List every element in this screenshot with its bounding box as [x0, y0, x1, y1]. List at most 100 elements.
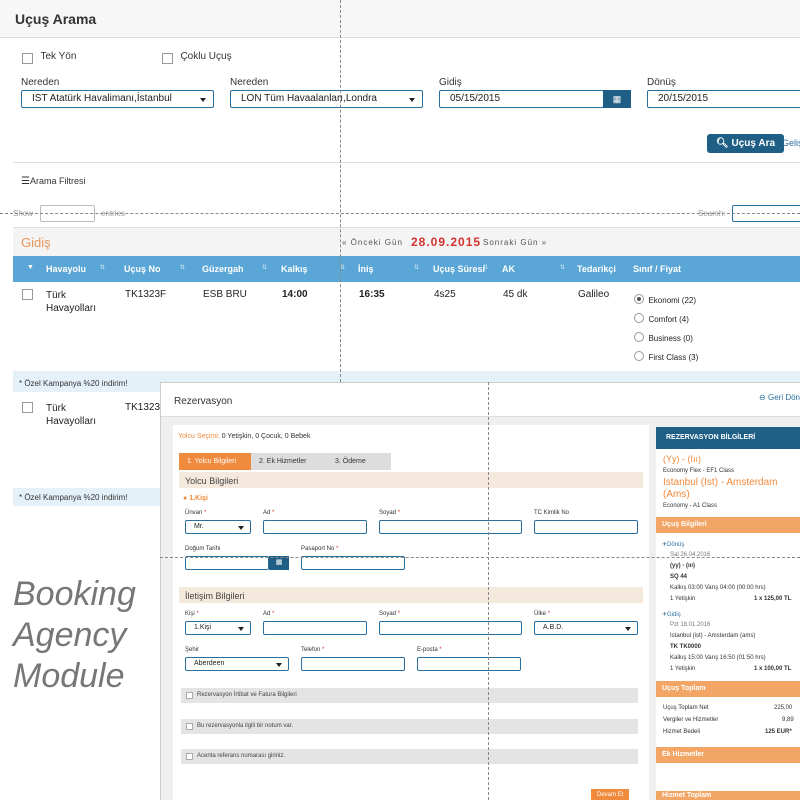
col-header[interactable]: Uçuş No [124, 264, 161, 274]
invoice-option[interactable]: Rezervasyon İrtibat ve Fatura Bilgileri [181, 688, 638, 703]
multi-flight-option[interactable]: Çoklu Uçuş [162, 51, 232, 69]
class-option[interactable]: Ekonomi (22) [634, 290, 696, 308]
tc-label: TC Kimlik No [534, 510, 570, 516]
col-header[interactable]: AK [502, 264, 515, 274]
depart-times: Kalkış 15:00 Varış 16:50 (01:50 hrs) [670, 655, 766, 661]
table-row[interactable]: Türk Havayolları TK1323F ESB BRU 14:00 1… [13, 282, 800, 372]
advanced-link[interactable]: Geliş [782, 138, 800, 148]
sort-icon[interactable]: ⇅ [100, 264, 105, 271]
continue-button[interactable]: Devam Et [591, 789, 630, 800]
email-label-text: E-posta [417, 647, 438, 653]
to-value: LON Tüm Havaalanları,Londra [241, 93, 377, 104]
return-route: (yy) - (ııı) [670, 563, 695, 569]
total-heading: Uçuş Toplam [656, 681, 800, 697]
city-select[interactable]: Aberdeen [185, 657, 289, 671]
country-label-text: Ülke [534, 611, 547, 617]
one-way-checkbox[interactable] [22, 53, 33, 64]
passenger-select-line: Yolcu Seçimi: 0 Yetişkin, 0 Çocuk, 0 Beb… [178, 433, 310, 440]
sort-icon[interactable]: ⇅ [483, 264, 488, 271]
search-icon: 🔍︎ [716, 138, 729, 149]
one-way-option[interactable]: Tek Yön [22, 51, 76, 69]
passport-input[interactable] [301, 556, 405, 570]
booking-text-line: Module [13, 657, 125, 695]
surname-label-text: Soyad [379, 510, 397, 516]
sort-icon[interactable]: ⇅ [560, 264, 565, 271]
multi-flight-checkbox[interactable] [162, 53, 173, 64]
from-select[interactable]: IST Atatürk Havalimanı,İstanbul [21, 90, 214, 108]
tab-extras[interactable]: 2. Ek Hizmetler [251, 453, 327, 470]
guide-line [340, 0, 341, 382]
phone-label: Telefon * [301, 647, 325, 653]
title-label-text: Ünvan [185, 510, 203, 516]
depart-pax: 1 Yetişkin [670, 666, 696, 672]
tab-passenger[interactable]: 1. Yolcu Bilgileri [179, 453, 251, 470]
class-option[interactable]: Comfort (4) [634, 309, 689, 327]
section-title: Gidiş [21, 235, 51, 250]
list-icon: ☰ [21, 176, 30, 187]
note-checkbox[interactable] [186, 723, 193, 730]
reservation-summary: REZERVASYON BİLGİLERİ (Yy) - (Iıı) Econo… [656, 427, 800, 800]
surname-label: Soyad * [379, 510, 401, 516]
name-label-text: Ad [263, 510, 271, 516]
back-link[interactable]: ⊖ Geri Dön [759, 393, 800, 402]
next-day-link[interactable]: Sonraki Gün » [483, 238, 547, 247]
col-header[interactable]: Güzergah [202, 264, 244, 274]
title-select[interactable]: Mr. [185, 520, 251, 534]
filter-toggle[interactable]: ☰Arama Filtresi [21, 176, 85, 187]
col-header[interactable]: İniş [358, 264, 374, 274]
birthdate-input[interactable] [185, 556, 269, 570]
contact-name-input[interactable] [263, 621, 367, 635]
class-radio[interactable] [634, 293, 644, 304]
promo-text: * Özel Kampanya %20 indirim! [19, 379, 128, 388]
from-label: Nereden [21, 77, 60, 88]
to-select[interactable]: LON Tüm Havaalanları,Londra [230, 90, 423, 108]
surname-input[interactable] [379, 520, 522, 534]
invoice-checkbox[interactable] [186, 692, 193, 699]
depart-price: 1 x 100,00 TL [754, 666, 792, 672]
class-option[interactable]: First Class (3) [634, 347, 698, 365]
row-checkbox[interactable] [22, 402, 33, 413]
table-header: ▼ Havayolu Uçuş No Güzergah Kalkış İniş … [13, 256, 800, 282]
airline-name-1: Türk [46, 403, 66, 414]
return-price: 1 x 125,00 TL [754, 596, 792, 602]
return-heading-text: Dönüş [667, 542, 685, 548]
person-label: ● 1.Kişi [183, 495, 208, 502]
sort-caret-icon[interactable]: ▼ [27, 264, 34, 271]
row-checkbox[interactable] [22, 289, 33, 300]
tc-input[interactable] [534, 520, 638, 534]
prev-day-link[interactable]: « Önceki Gün [342, 238, 403, 247]
col-header[interactable]: Kalkış [281, 264, 308, 274]
note-option[interactable]: Bu rezervasyonla ilgili bir notum var. [181, 719, 638, 734]
class-radio[interactable] [634, 331, 644, 342]
class-radio[interactable] [634, 350, 644, 361]
phone-input[interactable] [301, 657, 405, 671]
country-select[interactable]: A.B.D. [534, 621, 638, 635]
col-header[interactable]: Havayolu [46, 264, 86, 274]
contact-person-select[interactable]: 1.Kişi [185, 621, 251, 635]
class-option[interactable]: Business (0) [634, 328, 693, 346]
summary-route: Istanbul (Ist) - Amsterdam (Ams) [663, 477, 778, 500]
class-radio[interactable] [634, 312, 644, 323]
reference-checkbox[interactable] [186, 753, 193, 760]
sort-icon[interactable]: ⇅ [180, 264, 185, 271]
person-text: 1.Kişi [189, 495, 208, 502]
sort-icon[interactable]: ⇅ [262, 264, 267, 271]
table-row[interactable]: Türk Havayolları TK1323 [13, 392, 160, 487]
return-date-input[interactable]: 20/15/2015 [647, 90, 800, 108]
sort-icon[interactable]: ⇅ [414, 264, 419, 271]
calendar-icon[interactable]: ▦ [269, 556, 289, 570]
contact-person-label: Kişi * [185, 611, 199, 617]
contact-surname-input[interactable] [379, 621, 522, 635]
reference-option[interactable]: Acenta referans numarası giriniz. [181, 749, 638, 764]
reservation-window: Rezervasyon ⊖ Geri Dön Yolcu Seçimi: 0 Y… [160, 382, 800, 800]
col-header[interactable]: Uçuş Süresi [433, 264, 485, 274]
passenger-select-label: Yolcu Seçimi: [178, 433, 220, 440]
flight-search-button[interactable]: 🔍︎ Uçuş Ara [707, 134, 785, 153]
tab-payment[interactable]: 3. Ödeme [327, 453, 391, 470]
depart-date-input[interactable]: 05/15/2015 [439, 90, 604, 108]
col-header[interactable]: Tedarikçi [577, 264, 616, 274]
email-input[interactable] [417, 657, 521, 671]
calendar-icon[interactable]: ▦ [603, 90, 631, 108]
col-header[interactable]: Sınıf / Fiyat [633, 264, 681, 274]
first-name-input[interactable] [263, 520, 367, 534]
